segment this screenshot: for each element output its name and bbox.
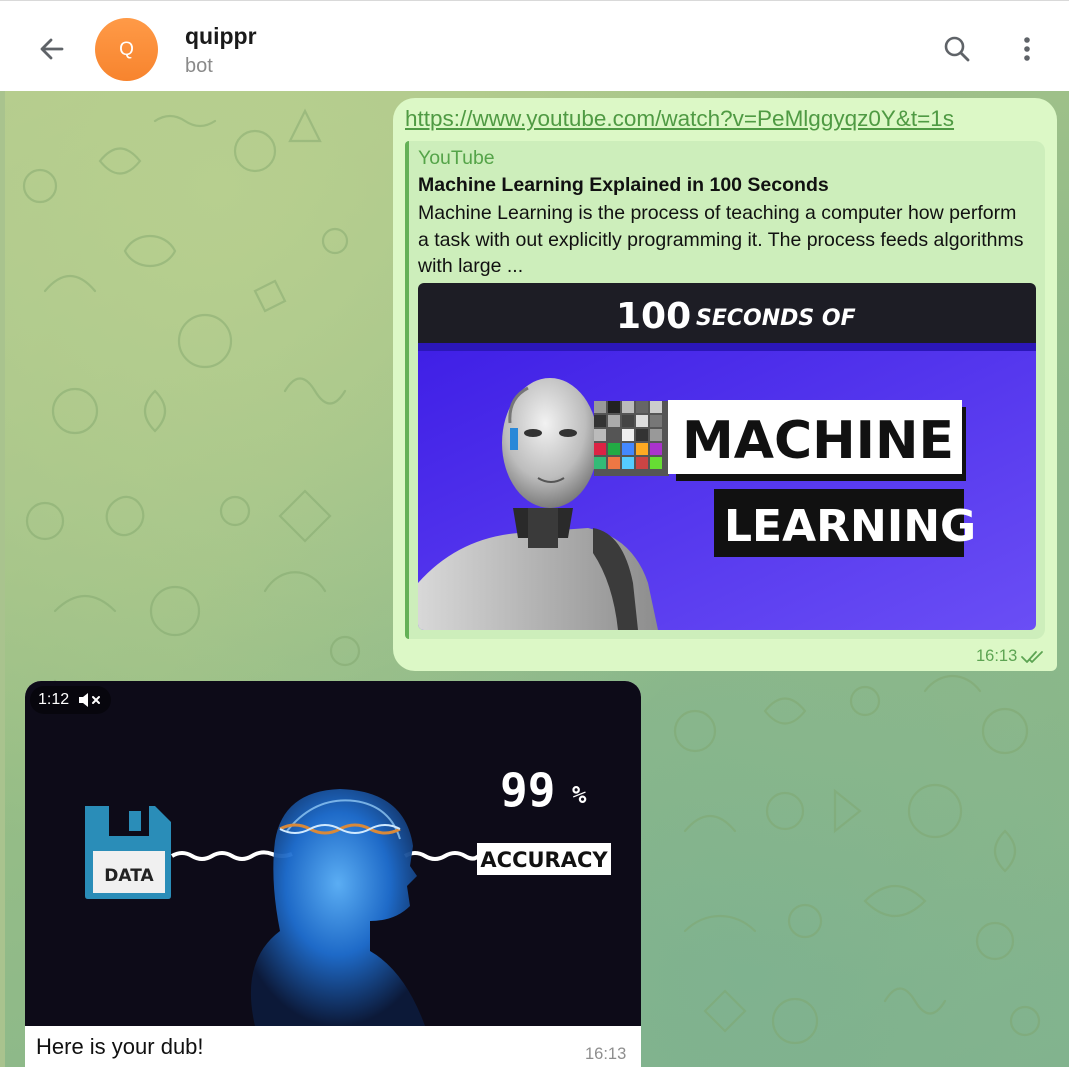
video-label-percent: 99 (500, 763, 555, 817)
search-button[interactable] (935, 27, 979, 71)
video-label-percent-sign: % (572, 781, 587, 809)
chat-header: Q quippr bot (0, 0, 1069, 91)
arrow-left-icon (40, 38, 64, 60)
floppy-disk-icon: DATA (85, 806, 171, 899)
video-duration-badge[interactable]: 1:12 (30, 686, 112, 714)
thumb-top-text: SECONDS OF (696, 306, 856, 331)
outgoing-message-meta: 16:13 (976, 647, 1046, 666)
avatar-letter: Q (119, 38, 134, 60)
link-preview-title: Machine Learning Explained in 100 Second… (418, 174, 829, 196)
search-icon (944, 36, 970, 62)
video-label-data: DATA (104, 866, 154, 886)
video-player[interactable]: DATA 99 % ACCURACY (25, 681, 641, 1026)
more-vertical-icon (1024, 37, 1030, 61)
muted-speaker-icon (79, 693, 101, 707)
video-frame: DATA 99 % ACCURACY (25, 681, 641, 1026)
thumb-line1: MACHINE (682, 411, 954, 471)
thumb-number: 100 (616, 296, 691, 337)
thumbnail-graphic: 100 SECONDS OF MACHINE LEARNING (418, 283, 1036, 630)
chat-subtitle: bot (185, 55, 213, 77)
more-options-button[interactable] (1005, 27, 1049, 71)
message-link[interactable]: https://www.youtube.com/watch?v=PeMlggyq… (405, 106, 954, 132)
back-button[interactable] (30, 27, 74, 71)
double-check-icon (1021, 650, 1044, 663)
chat-title[interactable]: quippr (185, 23, 257, 50)
video-duration: 1:12 (38, 691, 70, 708)
incoming-message-time: 16:13 (585, 1045, 627, 1063)
avatar[interactable]: Q (95, 18, 158, 81)
incoming-message-caption: Here is your dub! (36, 1034, 204, 1059)
thumb-line2: LEARNING (724, 501, 976, 552)
video-label-accuracy: ACCURACY (480, 848, 608, 872)
link-preview-thumbnail[interactable]: 100 SECONDS OF MACHINE LEARNING (418, 283, 1036, 630)
outgoing-message-time: 16:13 (976, 647, 1018, 665)
link-preview-description: Machine Learning is the process of teach… (418, 202, 1024, 277)
link-preview-site: YouTube (418, 147, 495, 169)
